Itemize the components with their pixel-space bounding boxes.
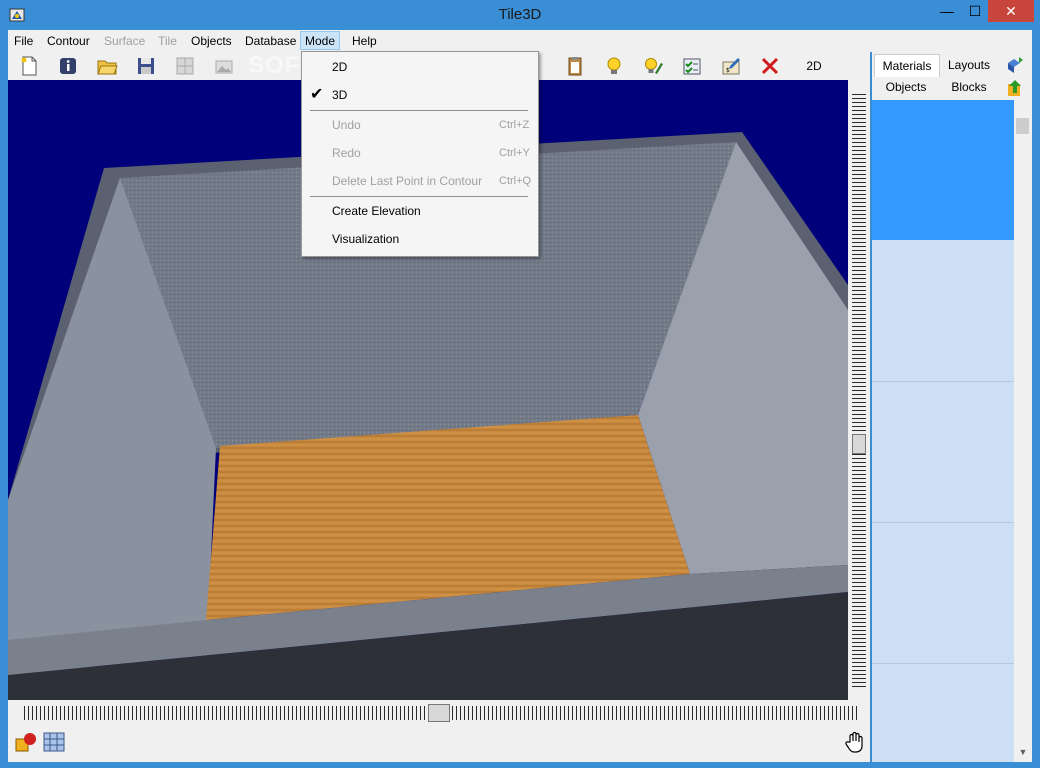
menu-item-delete-last-point[interactable]: Delete Last Point in Contour Ctrl+Q xyxy=(303,168,537,194)
tab-blocks[interactable]: Blocks xyxy=(938,76,1000,98)
menu-bar: File Contour Surface Tile Objects Databa… xyxy=(8,30,1032,52)
menu-surface[interactable]: Surface xyxy=(100,33,149,50)
import-image-icon xyxy=(215,60,233,74)
calculator-button[interactable]: $ xyxy=(718,54,744,78)
clipboard-icon xyxy=(568,57,582,76)
menu-item-label: Visualization xyxy=(332,232,400,246)
bottom-bar xyxy=(8,700,870,762)
menu-item-label: 3D xyxy=(332,88,348,102)
menu-separator xyxy=(310,110,528,111)
scrollbar-thumb[interactable] xyxy=(1016,118,1029,134)
svg-text:$: $ xyxy=(726,67,730,74)
menu-item-create-elevation[interactable]: Create Elevation xyxy=(303,198,537,224)
menu-item-undo[interactable]: Undo Ctrl+Z xyxy=(303,112,537,138)
checkmark-icon: ✔ xyxy=(310,86,324,103)
mode-2d-button[interactable]: 2D xyxy=(798,56,830,76)
list-divider xyxy=(872,663,1014,664)
cube-arrow-icon[interactable] xyxy=(1005,55,1025,75)
checklist-button[interactable] xyxy=(679,54,705,78)
menu-item-label: Create Elevation xyxy=(332,204,421,218)
list-divider xyxy=(872,522,1014,523)
menu-item-shortcut: Ctrl+Q xyxy=(499,175,532,187)
menu-mode[interactable]: Mode xyxy=(300,31,341,50)
list-divider xyxy=(872,381,1014,382)
vertical-slider-thumb[interactable] xyxy=(852,434,866,454)
lightbulb-icon xyxy=(607,57,621,74)
lightbulb-edit-button[interactable] xyxy=(640,54,666,78)
info-button[interactable] xyxy=(55,54,81,78)
menu-contour[interactable]: Contour xyxy=(43,33,94,50)
checklist-icon xyxy=(683,58,701,75)
grid-icon xyxy=(176,57,194,75)
info-icon xyxy=(60,58,76,74)
list-item-selected[interactable] xyxy=(872,100,1014,240)
clipboard-button[interactable] xyxy=(562,54,588,78)
save-icon xyxy=(138,58,154,74)
menu-item-redo[interactable]: Redo Ctrl+Y xyxy=(303,140,537,166)
save-button[interactable] xyxy=(133,54,159,78)
menu-item-label: Undo xyxy=(332,118,361,132)
3d-objects-icon[interactable] xyxy=(14,730,38,754)
menu-tile[interactable]: Tile xyxy=(154,33,181,50)
menu-item-shortcut: Ctrl+Y xyxy=(499,147,530,159)
new-document-icon xyxy=(21,56,37,76)
vertical-rotation-slider[interactable] xyxy=(848,80,870,700)
tile-grid-icon[interactable] xyxy=(42,730,66,754)
menu-item-label: Delete Last Point in Contour xyxy=(332,174,483,188)
app-window: Tile3D — ☐ ✕ File Contour Surface Tile O… xyxy=(0,0,1040,768)
hand-pan-icon[interactable] xyxy=(844,730,868,754)
vertical-slider-ticks xyxy=(852,94,866,688)
upload-arrow-icon[interactable] xyxy=(1005,78,1025,98)
grid-button[interactable] xyxy=(172,54,198,78)
menu-file[interactable]: File xyxy=(10,33,37,50)
menu-item-shortcut: Ctrl+Z xyxy=(499,119,530,131)
menu-separator xyxy=(310,196,528,197)
window-title: Tile3D xyxy=(498,6,542,23)
open-folder-icon xyxy=(97,60,118,75)
maximize-button[interactable]: ☐ xyxy=(962,0,988,22)
scroll-down-arrow[interactable]: ▼ xyxy=(1014,744,1032,760)
minimize-button[interactable]: — xyxy=(932,0,962,22)
menu-objects[interactable]: Objects xyxy=(187,33,236,50)
menu-item-2d[interactable]: 2D xyxy=(303,54,537,80)
tab-materials[interactable]: Materials xyxy=(874,54,940,77)
menu-item-visualization[interactable]: Visualization xyxy=(303,226,537,252)
tab-layouts[interactable]: Layouts xyxy=(938,54,1000,76)
menu-database[interactable]: Database xyxy=(241,33,300,50)
materials-list[interactable] xyxy=(872,100,1014,762)
delete-x-icon xyxy=(761,57,779,75)
tab-objects[interactable]: Objects xyxy=(874,76,938,98)
close-button[interactable]: ✕ xyxy=(988,0,1034,22)
list-scrollbar[interactable]: ▼ xyxy=(1014,100,1032,762)
menu-item-3d[interactable]: ✔ 3D xyxy=(303,82,537,108)
horizontal-slider-thumb[interactable] xyxy=(428,704,450,722)
library-panel: Materials Layouts Objects Blocks ▼ xyxy=(872,52,1032,762)
menu-item-label: Redo xyxy=(332,146,361,160)
menu-item-label: 2D xyxy=(332,60,348,74)
title-bar[interactable]: Tile3D — ☐ ✕ xyxy=(0,0,1040,30)
import-image-button[interactable] xyxy=(211,54,237,78)
new-button[interactable] xyxy=(16,54,42,78)
open-button[interactable] xyxy=(94,54,120,78)
delete-button[interactable] xyxy=(757,54,783,78)
lightbulb-pencil-icon xyxy=(645,58,663,74)
menu-help[interactable]: Help xyxy=(348,33,381,50)
lightbulb-button[interactable] xyxy=(601,54,627,78)
mode-menu-dropdown: 2D ✔ 3D Undo Ctrl+Z Redo Ctrl+Y Delete L… xyxy=(301,51,539,257)
calculator-icon: $ xyxy=(722,58,740,75)
